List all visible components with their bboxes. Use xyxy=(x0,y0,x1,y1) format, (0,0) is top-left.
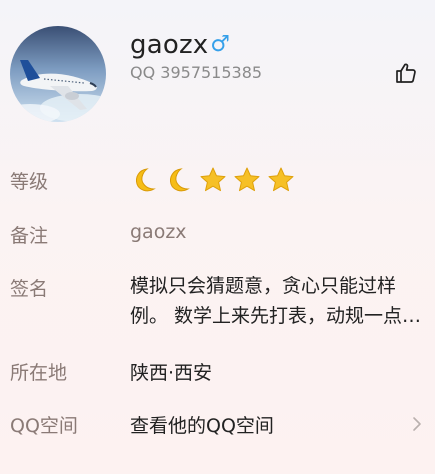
avatar[interactable] xyxy=(10,26,106,122)
level-label: 等级 xyxy=(10,171,49,193)
remark-value: gaozx xyxy=(130,221,187,243)
moon-icon xyxy=(136,168,156,192)
airplane-avatar-image xyxy=(10,26,106,122)
level-row: 等级 xyxy=(0,163,435,195)
star-icon xyxy=(200,167,226,192)
moon-icon xyxy=(170,168,190,192)
name-row: gaozx ♂ xyxy=(130,28,230,62)
male-gender-icon: ♂ xyxy=(210,32,231,57)
star-icon xyxy=(234,167,260,192)
nickname: gaozx xyxy=(130,30,209,60)
qzone-row[interactable]: QQ空间 查看他的QQ空间 xyxy=(0,409,435,439)
level-icons[interactable] xyxy=(130,165,296,195)
qq-number: QQ 3957515385 xyxy=(130,63,263,82)
profile-header: gaozx ♂ QQ 3957515385 xyxy=(0,0,435,140)
remark-row[interactable]: 备注 gaozx xyxy=(0,219,435,249)
chevron-right-icon xyxy=(413,417,421,431)
signature-row: 签名 模拟只会猜题意，贪心只能过样例。 数学上来先打表，动规一点也不会。 xyxy=(0,270,435,336)
location-row: 所在地 陕西·西安 xyxy=(0,356,435,386)
like-button[interactable] xyxy=(394,61,418,85)
location-value: 陕西·西安 xyxy=(130,362,213,384)
qzone-link-text: 查看他的QQ空间 xyxy=(130,415,274,437)
signature-label: 签名 xyxy=(10,278,49,300)
signature-text: 模拟只会猜题意，贪心只能过样例。 数学上来先打表，动规一点也不会。 xyxy=(130,275,422,327)
remark-label: 备注 xyxy=(10,225,49,247)
star-icon xyxy=(268,167,294,192)
thumbs-up-icon xyxy=(396,63,416,83)
location-label: 所在地 xyxy=(10,362,68,384)
qzone-label: QQ空间 xyxy=(10,415,78,437)
